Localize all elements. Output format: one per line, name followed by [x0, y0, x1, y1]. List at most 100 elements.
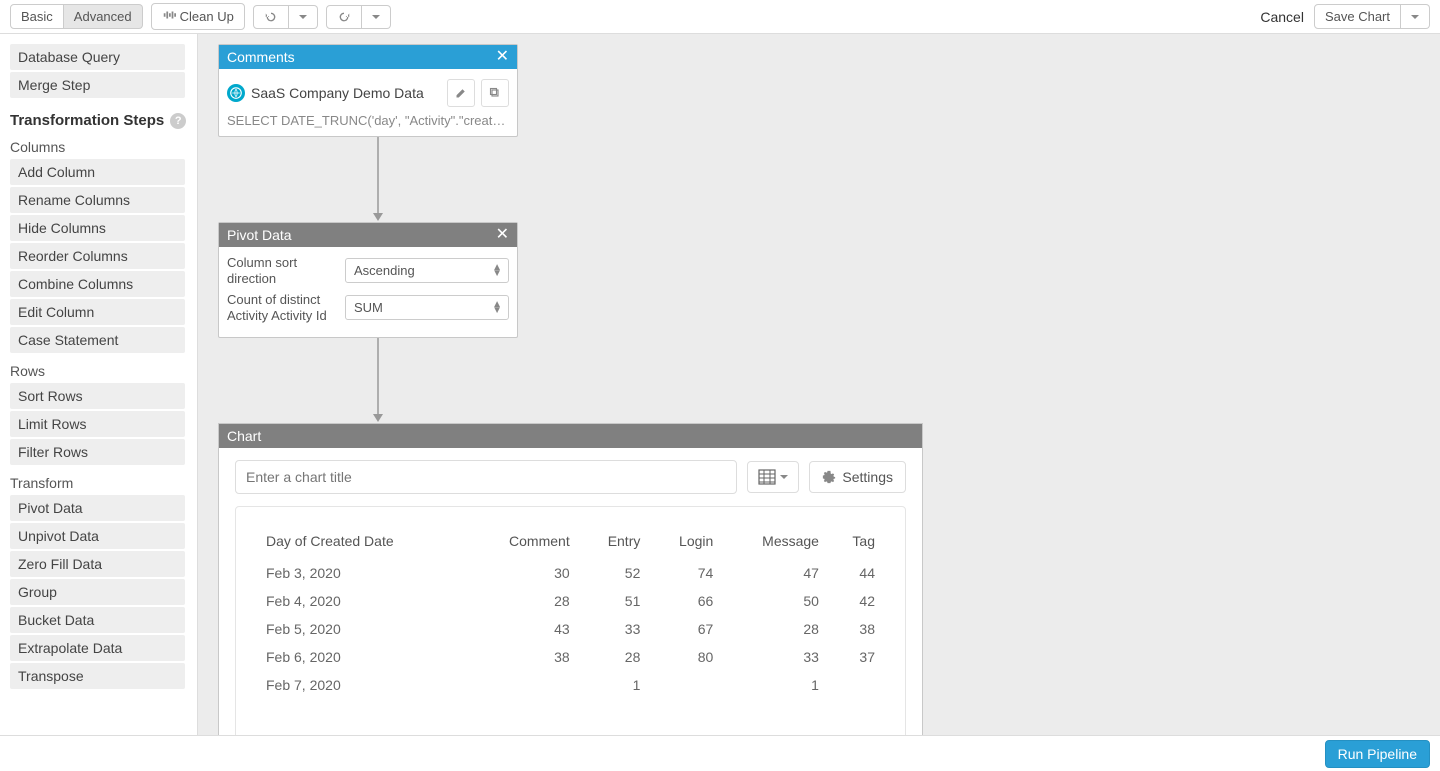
datasource-name: SaaS Company Demo Data [251, 85, 441, 101]
transformation-steps-heading: Transformation Steps ? [10, 112, 187, 129]
sidebar-transform-unpivot-data[interactable]: Unpivot Data [10, 523, 185, 549]
column-header[interactable]: Entry [578, 527, 649, 559]
column-header[interactable]: Day of Created Date [258, 527, 466, 559]
settings-label: Settings [842, 469, 893, 485]
sidebar-col-reorder-columns[interactable]: Reorder Columns [10, 243, 185, 269]
select-arrows-icon: ▲▼ [492, 265, 502, 277]
advanced-tab[interactable]: Advanced [64, 4, 143, 29]
chart-title-input[interactable] [235, 460, 737, 494]
sidebar-col-hide-columns[interactable]: Hide Columns [10, 215, 185, 241]
table-cell: 44 [827, 559, 883, 587]
save-chart-button[interactable]: Save Chart [1314, 4, 1401, 29]
table-cell: Feb 5, 2020 [258, 615, 466, 643]
columns-subheading: Columns [10, 139, 187, 155]
sql-preview: SELECT DATE_TRUNC('day', "Activity"."cre… [227, 109, 509, 128]
pivot-node-header[interactable]: Pivot Data ✕ [219, 223, 517, 247]
aggregate-label: Count of distinct Activity Activity Id [227, 292, 337, 323]
toolbar: Basic Advanced Clean Up Cancel Save Char… [0, 0, 1440, 34]
edit-button[interactable] [447, 79, 475, 107]
sidebar-col-edit-column[interactable]: Edit Column [10, 299, 185, 325]
table-cell: 38 [827, 615, 883, 643]
undo-button[interactable] [253, 5, 289, 29]
sort-direction-label: Column sort direction [227, 255, 337, 286]
close-icon[interactable]: ✕ [496, 49, 509, 65]
settings-button[interactable]: Settings [809, 461, 906, 493]
footer: Run Pipeline [0, 735, 1440, 771]
column-header[interactable]: Comment [466, 527, 577, 559]
redo-dropdown[interactable] [362, 5, 391, 29]
save-dropdown[interactable] [1401, 4, 1430, 29]
sidebar-row-limit-rows[interactable]: Limit Rows [10, 411, 185, 437]
column-header[interactable]: Login [648, 527, 721, 559]
chart-type-button[interactable] [747, 461, 799, 493]
connector [368, 338, 370, 423]
sidebar-col-add-column[interactable]: Add Column [10, 159, 185, 185]
table-cell: 66 [648, 587, 721, 615]
select-arrows-icon: ▲▼ [492, 302, 502, 314]
column-header[interactable]: Tag [827, 527, 883, 559]
comments-node-title: Comments [227, 49, 295, 65]
table-cell: 42 [827, 587, 883, 615]
datasource-row: SaaS Company Demo Data [227, 77, 509, 109]
table-cell: 33 [578, 615, 649, 643]
cleanup-icon [162, 8, 176, 25]
table-cell: 38 [466, 643, 577, 671]
table-cell: Feb 3, 2020 [258, 559, 466, 587]
comments-node[interactable]: Comments ✕ SaaS Company Demo Data SEL [218, 44, 518, 137]
table-cell: 37 [827, 643, 883, 671]
redo-button[interactable] [326, 5, 362, 29]
connector [368, 137, 370, 222]
sidebar-transform-transpose[interactable]: Transpose [10, 663, 185, 689]
cleanup-button[interactable]: Clean Up [151, 3, 245, 30]
pivot-node[interactable]: Pivot Data ✕ Column sort direction Ascen… [218, 222, 518, 338]
cancel-link[interactable]: Cancel [1260, 9, 1304, 25]
chart-node[interactable]: Chart Settings Day of Created DateCommen… [218, 423, 923, 735]
sidebar-row-filter-rows[interactable]: Filter Rows [10, 439, 185, 465]
save-group: Save Chart [1314, 4, 1430, 29]
close-icon[interactable]: ✕ [496, 227, 509, 243]
redo-icon [337, 10, 351, 24]
table-cell: 28 [578, 643, 649, 671]
pipeline-canvas: Comments ✕ SaaS Company Demo Data SEL [198, 34, 1440, 735]
sidebar-merge-step[interactable]: Merge Step [10, 72, 185, 98]
sidebar-row-sort-rows[interactable]: Sort Rows [10, 383, 185, 409]
help-icon[interactable]: ? [170, 113, 186, 129]
basic-tab[interactable]: Basic [10, 4, 64, 29]
table-cell: 74 [648, 559, 721, 587]
sidebar-transform-zero-fill-data[interactable]: Zero Fill Data [10, 551, 185, 577]
cleanup-label: Clean Up [180, 9, 234, 24]
sidebar-transform-group[interactable]: Group [10, 579, 185, 605]
table-cell: 1 [578, 671, 649, 699]
copy-button[interactable] [481, 79, 509, 107]
sidebar-col-case-statement[interactable]: Case Statement [10, 327, 185, 353]
table-cell: 50 [721, 587, 827, 615]
aggregate-select[interactable]: SUM ▲▼ [345, 295, 509, 320]
sidebar-transform-bucket-data[interactable]: Bucket Data [10, 607, 185, 633]
rows-group: Sort RowsLimit RowsFilter Rows [10, 383, 187, 465]
table-cell: 33 [721, 643, 827, 671]
sidebar-transform-extrapolate-data[interactable]: Extrapolate Data [10, 635, 185, 661]
sidebar-database-query[interactable]: Database Query [10, 44, 185, 70]
comments-node-header[interactable]: Comments ✕ [219, 45, 517, 69]
sort-direction-select[interactable]: Ascending ▲▼ [345, 258, 509, 283]
datasource-icon [227, 84, 245, 102]
table-cell: 51 [578, 587, 649, 615]
sidebar-transform-pivot-data[interactable]: Pivot Data [10, 495, 185, 521]
chart-node-header[interactable]: Chart [219, 424, 922, 448]
redo-group [326, 5, 391, 29]
table-row: Feb 3, 20203052744744 [258, 559, 883, 587]
undo-dropdown[interactable] [289, 5, 318, 29]
caret-down-icon [299, 15, 307, 19]
table-cell: 47 [721, 559, 827, 587]
sidebar-col-rename-columns[interactable]: Rename Columns [10, 187, 185, 213]
sidebar-col-combine-columns[interactable]: Combine Columns [10, 271, 185, 297]
rows-subheading: Rows [10, 363, 187, 379]
data-table-wrap: Day of Created DateCommentEntryLoginMess… [235, 506, 906, 735]
table-cell [827, 671, 883, 699]
run-pipeline-button[interactable]: Run Pipeline [1325, 740, 1430, 768]
caret-down-icon [1411, 15, 1419, 19]
undo-group [253, 5, 318, 29]
table-row: Feb 4, 20202851665042 [258, 587, 883, 615]
table-cell: 52 [578, 559, 649, 587]
column-header[interactable]: Message [721, 527, 827, 559]
